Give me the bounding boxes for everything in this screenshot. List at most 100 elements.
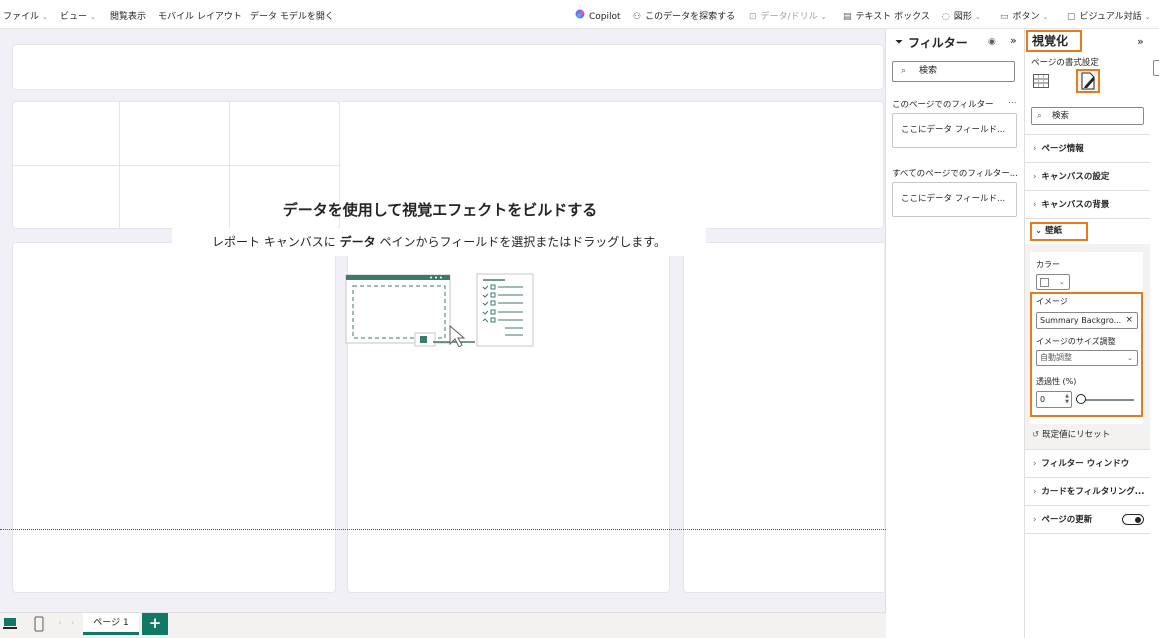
reading-view-button[interactable]: 閲覧表示 [110, 9, 146, 22]
collapse-filters-icon[interactable]: » [1010, 34, 1017, 47]
all-pages-filters-label: すべてのページでのフィルター... [892, 169, 1018, 179]
page-format-label: ページの書式設定 [1031, 58, 1099, 68]
wallpaper-transparency-input[interactable]: 0 ▲ ▼ [1036, 391, 1072, 408]
copilot-label: Copilot [589, 12, 621, 22]
chevron-down-icon: ⌄ [1059, 278, 1065, 286]
explore-data-label: このデータを探索する [645, 12, 736, 22]
visualizations-pane: 視覚化 » ページの書式設定 ⌕ 検索 › ページ情報 › キャンバスの設定 › キャ… [1025, 29, 1159, 638]
explore-data-button[interactable]: ⚇ このデータを探索する [633, 9, 735, 22]
color-swatch [1040, 278, 1049, 287]
build-visual-title: データを使用して視覚エフェクトをビルドする [282, 201, 598, 219]
section-divider [1025, 218, 1150, 219]
binoculars-icon: ⚇ [633, 12, 642, 22]
chevron-down-icon: ⌄ [820, 13, 827, 21]
section-page-info[interactable]: › ページ情報 [1025, 134, 1150, 162]
chevron-right-icon: › [1033, 515, 1037, 525]
chevron-right-icon: › [1033, 200, 1037, 210]
data-pane-edge[interactable] [1153, 60, 1159, 76]
header-placeholder[interactable] [12, 44, 884, 90]
visual-placeholder-right[interactable] [683, 242, 884, 593]
toggle-knob [1135, 517, 1141, 523]
section-filter-pane[interactable]: › フィルター ウィンドウ [1025, 449, 1150, 477]
page-refresh-toggle[interactable] [1122, 514, 1144, 525]
view-menu[interactable]: ビュー ⌄ [60, 9, 96, 22]
data-drill-menu[interactable]: ⊡ データ/ドリル ⌄ [749, 9, 826, 22]
chevron-down-icon: ⌄ [974, 13, 981, 21]
mobile-fold-line [0, 529, 886, 530]
desktop-layout-icon[interactable] [3, 616, 17, 630]
mobile-layout-button[interactable]: モバイル レイアウト [158, 9, 242, 22]
file-menu[interactable]: ファイル ⌄ [3, 9, 48, 22]
report-canvas[interactable]: データを使用して視覚エフェクトをビルドする レポート キャンバスに データ ペイ… [0, 29, 886, 612]
shapes-icon: ◌ [942, 12, 950, 22]
section-page-refresh-label: ページの更新 [1041, 515, 1093, 525]
build-visual-description: レポート キャンバスに データ ペインからフィールドを選択またはドラッグします。 [172, 228, 706, 256]
search-icon: ⌕ [1037, 111, 1042, 121]
filters-title: フィルター [908, 36, 968, 50]
section-wallpaper-label: 壁紙 [1045, 226, 1063, 236]
build-visual-tab-icon[interactable] [1033, 74, 1049, 88]
this-page-filters-label: このページでのフィルター [892, 98, 994, 110]
mobile-layout-label: モバイル レイアウト [158, 12, 242, 22]
wallpaper-color-picker[interactable]: ⌄ [1036, 274, 1070, 290]
visual-qa-label: ビジュアル対話 [1079, 12, 1142, 22]
copilot-icon [575, 9, 585, 22]
prev-page-icon[interactable]: ‹ [58, 618, 62, 628]
this-page-more-button[interactable]: ... [1008, 96, 1017, 106]
format-page-tab-icon[interactable] [1076, 69, 1100, 93]
all-pages-filter-drop[interactable]: ここにデータ フィールド... [892, 182, 1017, 217]
build-visual-illustration [345, 272, 535, 348]
next-page-icon[interactable]: › [71, 618, 75, 628]
open-data-model-button[interactable]: データ モデルを開く [250, 9, 334, 22]
eye-icon[interactable]: ◉ [988, 37, 996, 47]
wallpaper-image-label: イメージ [1036, 297, 1068, 306]
collapse-viz-icon[interactable]: » [1137, 35, 1144, 48]
add-page-button[interactable]: + [142, 613, 168, 635]
section-canvas-background[interactable]: › キャンバスの背景 [1025, 190, 1150, 218]
chevron-down-icon: ⌄ [1144, 13, 1151, 21]
close-icon[interactable]: × [1125, 313, 1133, 328]
wallpaper-image-fit-value: 自動調整 [1040, 353, 1072, 362]
viz-search-placeholder: 検索 [1052, 111, 1070, 121]
chevron-down-icon: ⌄ [1127, 354, 1133, 362]
reset-default-button[interactable]: ↺ 既定値にリセット [1032, 428, 1110, 440]
chevron-down-icon: ⌄ [1035, 226, 1043, 236]
wallpaper-panel: カラー ⌄ イメージ Summary Backgro... × イメージのサイズ… [1030, 252, 1143, 424]
ribbon: ファイル ⌄ ビュー ⌄ 閲覧表示 モバイル レイアウト データ モデルを開く Co… [0, 0, 1159, 29]
chevron-down-icon: ⌄ [42, 13, 48, 21]
section-filter-cards-label: カードをフィルタリング... [1041, 487, 1145, 497]
page-tab[interactable]: ページ 1 [83, 613, 139, 635]
buttons-label: ボタン [1012, 12, 1040, 22]
wallpaper-transparency-slider[interactable] [1076, 394, 1136, 406]
section-filter-pane-label: フィルター ウィンドウ [1041, 459, 1130, 469]
filters-search-placeholder: 検索 [919, 66, 938, 76]
text-box-button[interactable]: ▤ テキスト ボックス [843, 9, 930, 22]
section-filter-cards[interactable]: › カードをフィルタリング... [1025, 477, 1150, 505]
copilot-button[interactable]: Copilot [575, 9, 621, 22]
section-canvas-settings-label: キャンバスの設定 [1041, 172, 1110, 182]
section-canvas-settings[interactable]: › キャンバスの設定 [1025, 162, 1150, 190]
viz-search-input[interactable]: ⌕ 検索 [1031, 107, 1144, 125]
filters-search-input[interactable]: ⌕ 検索 [892, 61, 1015, 82]
visual-placeholder-left[interactable] [12, 242, 336, 593]
wallpaper-color-label: カラー [1036, 260, 1060, 269]
shapes-menu[interactable]: ◌ 図形 ⌄ [942, 9, 981, 22]
section-page-info-label: ページ情報 [1041, 144, 1084, 154]
drill-icon: ⊡ [749, 12, 757, 22]
build-desc-prefix: レポート キャンバスに [211, 235, 340, 249]
visual-qa-button[interactable]: ▢ ビジュアル対話 ⌄ [1067, 9, 1151, 22]
wallpaper-image-fit-select[interactable]: 自動調整 ⌄ [1036, 350, 1138, 366]
this-page-filter-drop[interactable]: ここにデータ フィールド... [892, 113, 1017, 148]
stepper-icon[interactable]: ▲ ▼ [1065, 393, 1069, 405]
chevron-right-icon: › [1033, 487, 1037, 497]
wallpaper-image-field[interactable]: Summary Backgro... × [1036, 312, 1138, 329]
visual-qa-icon: ▢ [1067, 12, 1076, 22]
slider-thumb[interactable] [1076, 394, 1086, 404]
buttons-menu[interactable]: ▭ ボタン ⌄ [1000, 9, 1048, 22]
wallpaper-image-fit-label: イメージのサイズ調整 [1036, 337, 1116, 346]
wallpaper-image-group: イメージ Summary Backgro... × イメージのサイズ調整 自動調… [1030, 292, 1143, 417]
reset-default-label: 既定値にリセット [1042, 430, 1111, 440]
filters-pane: ⏷ フィルター ◉ » ⌕ 検索 このページでのフィルター ... ここにデータ… [886, 29, 1025, 638]
mobile-layout-icon[interactable] [34, 616, 44, 632]
section-wallpaper[interactable]: ⌄ 壁紙 [1030, 222, 1088, 241]
